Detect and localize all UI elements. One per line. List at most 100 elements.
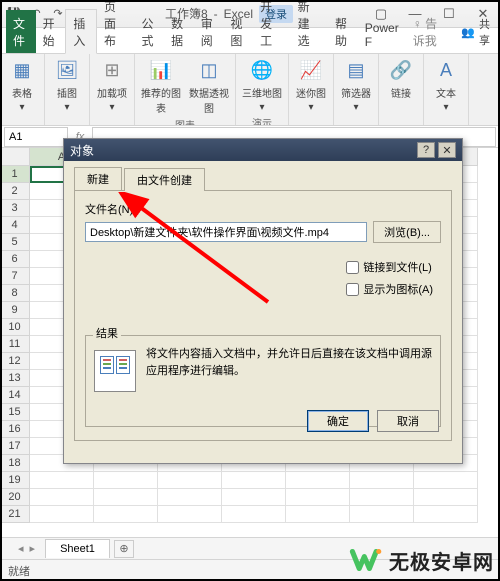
show-as-icon-input[interactable]: [346, 283, 359, 296]
cell[interactable]: [286, 472, 350, 489]
row-header-4[interactable]: 4: [0, 217, 30, 234]
cell[interactable]: [414, 472, 478, 489]
cell[interactable]: [222, 506, 286, 523]
group-links: 🔗链接: [379, 54, 424, 125]
dialog-body: 新建 由文件创建 文件名(N): 浏览(B)... 链接到文件(L) 显示为图标…: [64, 161, 462, 441]
row-header-18[interactable]: 18: [0, 455, 30, 472]
tab-formula[interactable]: 公式: [134, 10, 164, 53]
tab-create-from-file[interactable]: 由文件创建: [124, 168, 205, 191]
filter-label: 筛选器: [341, 85, 371, 100]
name-box[interactable]: A1: [4, 127, 68, 147]
result-description: 将文件内容插入文档中，并允许日后直接在该文档中调用源应用程序进行编辑。: [146, 344, 432, 418]
share-button[interactable]: 👥共享: [451, 11, 500, 53]
result-icon: [94, 350, 136, 392]
dialog-tabs: 新建 由文件创建: [74, 167, 452, 191]
cell[interactable]: [350, 472, 414, 489]
group-tours-title: 演示: [252, 113, 272, 126]
link-to-file-checkbox[interactable]: 链接到文件(L): [346, 259, 433, 275]
pictures-button[interactable]: 🖼插图▾: [49, 57, 85, 113]
tab-power[interactable]: Power F: [358, 16, 406, 53]
cell[interactable]: [286, 506, 350, 523]
tables-label: 表格: [12, 85, 32, 100]
tab-create-new[interactable]: 新建: [74, 167, 122, 190]
tab-view[interactable]: 视图: [223, 10, 253, 53]
tab-dev[interactable]: 开发工: [253, 0, 290, 53]
chevron-down-icon: ▾: [64, 102, 69, 113]
select-all-corner[interactable]: [0, 148, 30, 166]
tab-help[interactable]: 帮助: [328, 10, 358, 53]
browse-button[interactable]: 浏览(B)...: [373, 221, 441, 243]
row-header-13[interactable]: 13: [0, 370, 30, 387]
group-filter: ▤筛选器▾: [334, 54, 379, 125]
cell[interactable]: [94, 506, 158, 523]
add-sheet-button[interactable]: ⊕: [114, 540, 134, 558]
group-illust-title: [66, 113, 69, 126]
cell[interactable]: [414, 506, 478, 523]
row-header-6[interactable]: 6: [0, 251, 30, 268]
dialog-help-button[interactable]: ?: [417, 142, 435, 158]
row-header-16[interactable]: 16: [0, 421, 30, 438]
filter-button[interactable]: ▤筛选器▾: [338, 57, 374, 113]
row-header-7[interactable]: 7: [0, 268, 30, 285]
ok-button[interactable]: 确定: [307, 410, 369, 432]
addins-label: 加载项: [97, 85, 127, 100]
cell[interactable]: [158, 489, 222, 506]
tab-new[interactable]: 新建选: [291, 0, 328, 53]
sheet-prev-icon[interactable]: ◂: [18, 542, 24, 555]
row-header-3[interactable]: 3: [0, 200, 30, 217]
cell[interactable]: [158, 472, 222, 489]
addins-button[interactable]: ⊞加载项▾: [94, 57, 130, 113]
dialog-title-bar[interactable]: 对象 ? ✕: [64, 139, 462, 161]
row-header-19[interactable]: 19: [0, 472, 30, 489]
row-header-8[interactable]: 8: [0, 285, 30, 302]
pivot-chart-button[interactable]: ◫数据透视图: [187, 57, 231, 115]
tab-home[interactable]: 开始: [36, 10, 66, 53]
cell[interactable]: [350, 506, 414, 523]
tab-data[interactable]: 数据: [164, 10, 194, 53]
row-header-15[interactable]: 15: [0, 404, 30, 421]
cell[interactable]: [94, 489, 158, 506]
cell[interactable]: [30, 506, 94, 523]
row-header-17[interactable]: 17: [0, 438, 30, 455]
chevron-down-icon: ▾: [259, 102, 264, 113]
text-label: 文本: [436, 85, 456, 100]
recommended-charts-button[interactable]: 📊推荐的图表: [139, 57, 183, 115]
row-header-12[interactable]: 12: [0, 353, 30, 370]
globe-icon: 🌐: [248, 57, 276, 83]
link-to-file-input[interactable]: [346, 261, 359, 274]
cell[interactable]: [414, 489, 478, 506]
sheet-tab-1[interactable]: Sheet1: [45, 539, 110, 558]
dialog-close-button[interactable]: ✕: [438, 142, 456, 158]
row-header-21[interactable]: 21: [0, 506, 30, 523]
cell[interactable]: [222, 472, 286, 489]
tab-insert[interactable]: 插入: [65, 9, 97, 54]
row-header-10[interactable]: 10: [0, 319, 30, 336]
sheet-next-icon[interactable]: ▸: [30, 542, 36, 555]
row-header-11[interactable]: 11: [0, 336, 30, 353]
tab-tell-me[interactable]: ♀ 告诉我: [406, 10, 452, 53]
tables-button[interactable]: ▦表格▾: [4, 57, 40, 113]
cell[interactable]: [350, 489, 414, 506]
text-button[interactable]: A文本▾: [428, 57, 464, 113]
show-as-icon-checkbox[interactable]: 显示为图标(A): [346, 281, 433, 297]
row-header-20[interactable]: 20: [0, 489, 30, 506]
row-header-9[interactable]: 9: [0, 302, 30, 319]
row-header-2[interactable]: 2: [0, 183, 30, 200]
cell[interactable]: [286, 489, 350, 506]
tab-layout[interactable]: 页面布: [97, 0, 134, 53]
tab-file[interactable]: 文件: [6, 10, 36, 53]
cell[interactable]: [158, 506, 222, 523]
cancel-button[interactable]: 取消: [377, 410, 439, 432]
filename-input[interactable]: [85, 222, 367, 242]
link-button[interactable]: 🔗链接: [383, 57, 419, 100]
row-header-1[interactable]: 1: [0, 166, 30, 183]
sparklines-button[interactable]: 📈迷你图▾: [293, 57, 329, 113]
cell[interactable]: [94, 472, 158, 489]
map3d-button[interactable]: 🌐三维地图▾: [240, 57, 284, 113]
cell[interactable]: [30, 472, 94, 489]
row-header-5[interactable]: 5: [0, 234, 30, 251]
tab-review[interactable]: 审阅: [194, 10, 224, 53]
cell[interactable]: [30, 489, 94, 506]
cell[interactable]: [222, 489, 286, 506]
row-header-14[interactable]: 14: [0, 387, 30, 404]
